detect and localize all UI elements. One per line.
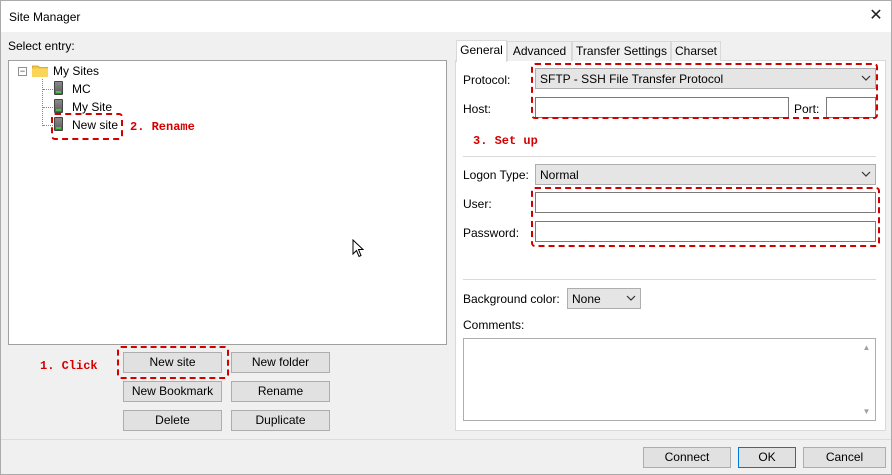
- tree-connector: [43, 89, 53, 90]
- tree-connector: [42, 79, 43, 126]
- site-tree[interactable]: − My Sites MC My Site New site: [8, 60, 447, 345]
- scroll-up-icon[interactable]: ▲: [862, 343, 871, 352]
- scroll-down-icon[interactable]: ▼: [862, 407, 871, 416]
- logon-type-select-value: Normal: [540, 168, 579, 182]
- host-label: Host:: [463, 102, 492, 116]
- click-annotation-label: 1. Click: [40, 359, 98, 373]
- logon-type-label: Logon Type:: [463, 168, 529, 182]
- protocol-label: Protocol:: [463, 73, 511, 87]
- cancel-button[interactable]: Cancel: [803, 447, 886, 468]
- tree-node-my-site[interactable]: My Site: [72, 100, 112, 114]
- new-folder-button[interactable]: New folder: [231, 352, 330, 373]
- tab-advanced[interactable]: Advanced: [507, 41, 572, 61]
- background-color-label: Background color:: [463, 292, 560, 306]
- comments-textarea[interactable]: ▲ ▼: [463, 338, 876, 421]
- credentials-annotation-box: [531, 187, 880, 247]
- close-icon[interactable]: ✕: [863, 3, 889, 29]
- folder-icon: [32, 65, 48, 77]
- title-bar: Site Manager ✕: [1, 1, 891, 32]
- chevron-down-icon: [861, 171, 871, 177]
- ok-button[interactable]: OK: [738, 447, 796, 468]
- separator: [463, 156, 876, 157]
- logon-type-select[interactable]: Normal: [535, 164, 876, 185]
- user-label: User:: [463, 197, 492, 211]
- server-icon: [54, 81, 63, 95]
- background-color-select[interactable]: None: [567, 288, 641, 309]
- tree-connector: [43, 107, 53, 108]
- comments-scrollbar[interactable]: ▲ ▼: [858, 339, 875, 420]
- site-manager-window: Site Manager ✕ Select entry: − My Sites …: [0, 0, 892, 475]
- rename-annotation-box: [51, 113, 123, 140]
- comments-label: Comments:: [463, 318, 525, 332]
- tree-node-my-sites[interactable]: My Sites: [53, 64, 99, 78]
- mouse-cursor-icon: [352, 239, 364, 258]
- protocol-host-annotation-box: [531, 63, 878, 119]
- rename-button[interactable]: Rename: [231, 381, 330, 402]
- click-annotation-box: [117, 346, 229, 379]
- duplicate-button[interactable]: Duplicate: [231, 410, 330, 431]
- server-icon: [54, 99, 63, 113]
- tree-node-mc[interactable]: MC: [72, 82, 91, 96]
- rename-annotation-label: 2. Rename: [130, 120, 195, 134]
- tree-expander-my-sites[interactable]: −: [18, 67, 27, 76]
- new-bookmark-button[interactable]: New Bookmark: [123, 381, 222, 402]
- tab-general[interactable]: General: [456, 40, 507, 62]
- connect-button[interactable]: Connect: [643, 447, 731, 468]
- tab-transfer-settings[interactable]: Transfer Settings: [572, 41, 671, 61]
- delete-button[interactable]: Delete: [123, 410, 222, 431]
- tab-charset[interactable]: Charset: [671, 41, 721, 61]
- chevron-down-icon: [626, 295, 636, 301]
- footer-separator: [1, 439, 891, 440]
- password-label: Password:: [463, 226, 520, 240]
- window-title: Site Manager: [9, 10, 81, 24]
- setup-annotation-label: 3. Set up: [473, 134, 538, 148]
- separator: [463, 279, 876, 280]
- select-entry-label: Select entry:: [8, 39, 75, 53]
- background-color-select-value: None: [572, 292, 601, 306]
